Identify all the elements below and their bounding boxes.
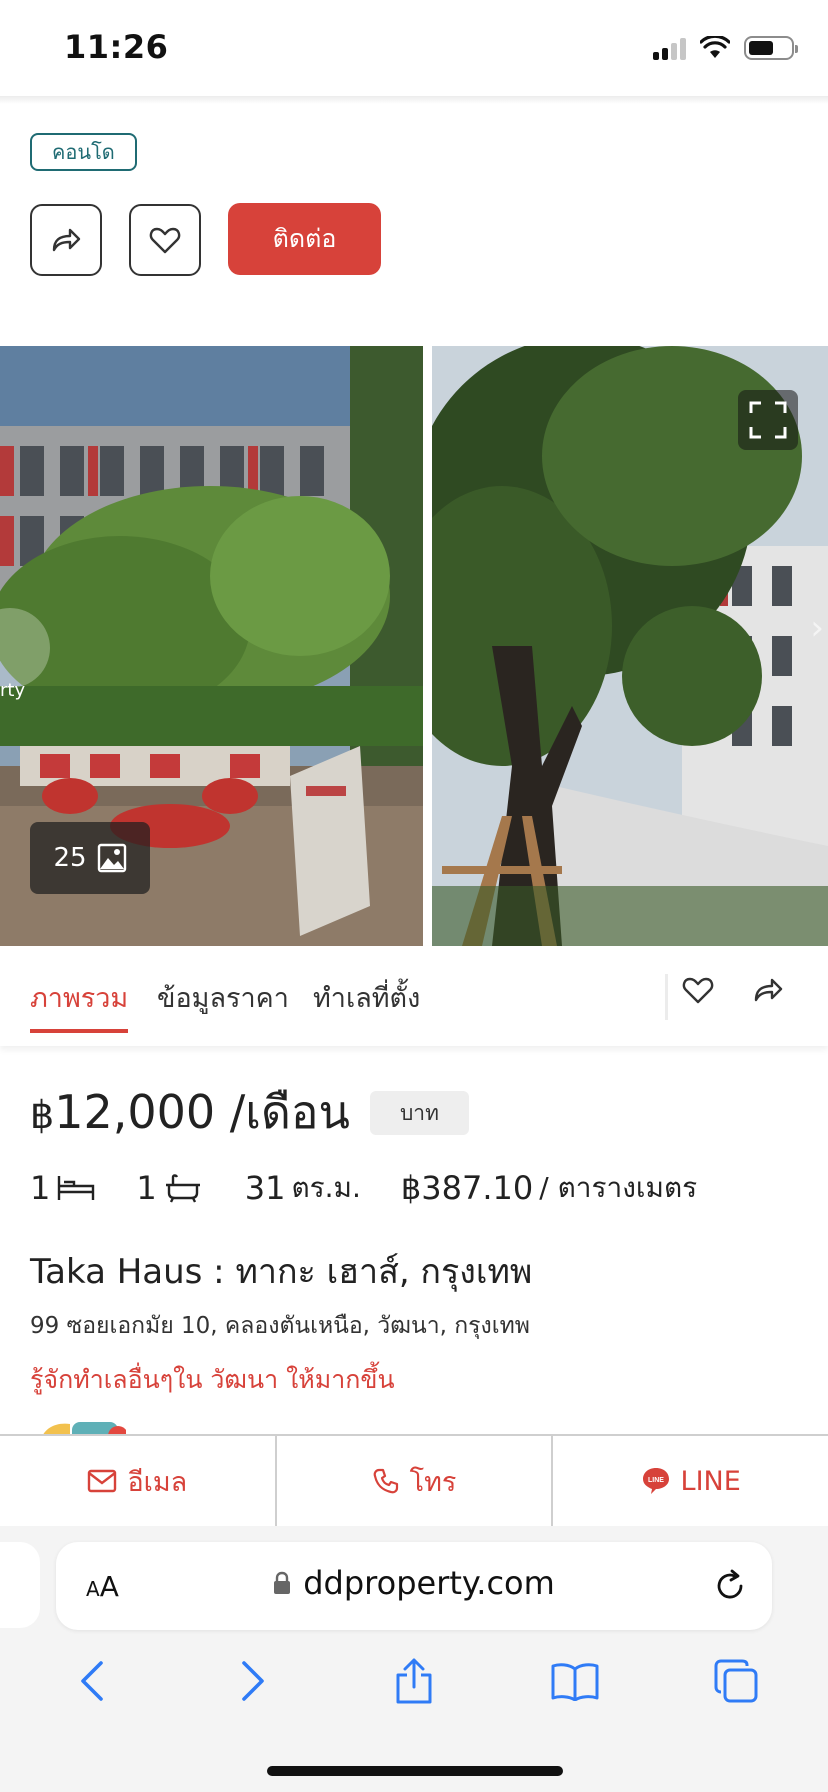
contact-action-bar: อีเมล โทร LINE LINE	[0, 1434, 828, 1526]
heart-icon	[149, 227, 181, 254]
cellular-signal-icon	[653, 36, 686, 60]
image-icon	[97, 843, 126, 873]
status-time: 11:26	[64, 28, 169, 66]
bedrooms-spec: 1	[30, 1169, 96, 1207]
price-per-area: ฿387.10 / ตารางเมตร	[401, 1166, 697, 1210]
bath-icon	[165, 1174, 200, 1203]
area-spec: 31 ตร.ม.	[245, 1166, 361, 1210]
forward-button[interactable]	[218, 1646, 288, 1716]
home-indicator	[267, 1766, 563, 1776]
photo-count: 25	[53, 843, 87, 873]
lock-icon	[274, 1571, 291, 1594]
email-label: อีเมล	[127, 1466, 188, 1498]
status-indicators	[653, 36, 798, 60]
email-button[interactable]: อีเมล	[0, 1436, 277, 1526]
tabs-button[interactable]	[701, 1646, 771, 1716]
line-icon: LINE	[642, 1468, 669, 1494]
tabs-share-icon[interactable]	[752, 976, 784, 1004]
property-specs: 1 1 31 ตร.ม. ฿387.10 / ตารางเมตร	[30, 1166, 697, 1210]
price-per-area-unit: / ตารางเมตร	[539, 1171, 698, 1204]
tabs-icon	[714, 1659, 758, 1703]
browser-toolbar	[0, 1636, 828, 1726]
price-per-area-value: ฿387.10	[400, 1169, 534, 1207]
line-label: LINE	[680, 1465, 741, 1497]
status-bar: 11:26	[0, 0, 828, 96]
previous-tab-peek[interactable]	[0, 1542, 40, 1628]
battery-icon	[744, 36, 798, 60]
area-unit: ตร.ม.	[291, 1171, 361, 1204]
bookmarks-icon	[551, 1663, 599, 1701]
call-button[interactable]: โทร	[277, 1436, 554, 1526]
project-title[interactable]: Taka Haus : ทากะ เฮาส์, กรุงเทพ	[30, 1244, 532, 1298]
bed-icon	[58, 1176, 95, 1200]
bookmarks-button[interactable]	[540, 1646, 610, 1716]
fullscreen-button[interactable]	[738, 390, 798, 450]
back-button[interactable]	[57, 1646, 127, 1716]
photo-count-button[interactable]: 25	[30, 822, 150, 894]
property-type-badge: คอนโด	[30, 133, 137, 171]
area-value: 31	[244, 1169, 286, 1207]
share-sheet-icon	[396, 1658, 432, 1704]
phone-icon	[373, 1468, 398, 1494]
project-address: 99 ซอยเอกมัย 10, คลองตันเหนือ, วัฒนา, กร…	[30, 1313, 530, 1339]
share-icon	[52, 228, 81, 252]
tab-location[interactable]: ทำเลที่ตั้ง	[313, 976, 420, 1029]
line-button[interactable]: LINE LINE	[553, 1436, 828, 1526]
currency-badge[interactable]: บาท	[369, 1090, 469, 1135]
gallery-photo-tree[interactable]: ›	[432, 346, 828, 946]
section-tabs: ภาพรวม ข้อมูลราคา ทำเลที่ตั้ง	[0, 946, 828, 1046]
favorite-button[interactable]	[129, 204, 201, 276]
gallery-prev-label: rty	[0, 680, 26, 701]
price-row: ฿12,000 /เดือน บาท	[30, 1076, 469, 1149]
expand-icon	[749, 401, 787, 439]
share-sheet-button[interactable]	[379, 1646, 449, 1716]
wifi-icon	[700, 36, 730, 58]
url-display[interactable]: ddproperty.com	[56, 1564, 772, 1602]
price-amount: ฿12,000 /เดือน	[30, 1085, 350, 1139]
tabs-divider	[665, 974, 668, 1020]
photo-gallery[interactable]: rty 25 ›	[0, 346, 828, 946]
tabs-heart-icon[interactable]	[682, 976, 714, 1004]
tab-price-info[interactable]: ข้อมูลราคา	[157, 976, 289, 1029]
call-label: โทร	[409, 1466, 457, 1498]
bathrooms-spec: 1	[136, 1169, 202, 1207]
mail-icon	[88, 1469, 117, 1493]
forward-icon	[242, 1661, 264, 1701]
gallery-next-icon[interactable]: ›	[810, 608, 824, 648]
back-icon	[81, 1661, 104, 1701]
header-divider	[0, 96, 828, 104]
address-bar[interactable]: AA ddproperty.com	[56, 1542, 772, 1630]
url-text: ddproperty.com	[303, 1564, 555, 1602]
gallery-photo-garden[interactable]: rty 25	[0, 346, 423, 946]
share-button[interactable]	[30, 204, 102, 276]
reload-icon[interactable]	[712, 1568, 748, 1604]
contact-button[interactable]: ติดต่อ	[228, 203, 381, 275]
tab-overview[interactable]: ภาพรวม	[30, 976, 129, 1033]
bedroom-count: 1	[30, 1169, 51, 1207]
bathroom-count: 1	[136, 1169, 157, 1207]
area-info-link[interactable]: รู้จักทำเลอื่นๆใน วัฒนา ให้มากขึ้น	[30, 1360, 395, 1400]
svg-text:LINE: LINE	[648, 1477, 664, 1484]
